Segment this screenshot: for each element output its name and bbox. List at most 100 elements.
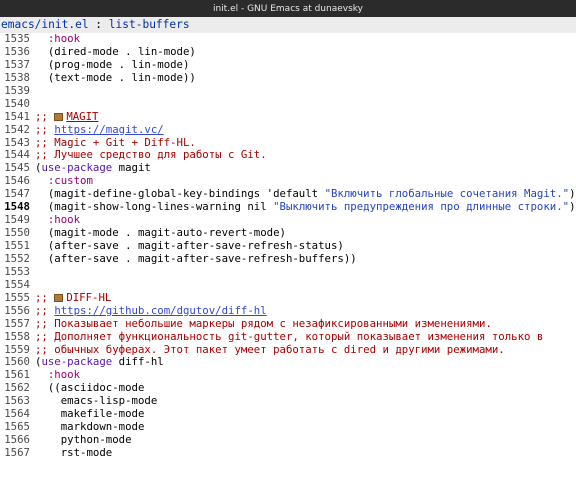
- line-code: ;; Показывает небольшие маркеры рядом с …: [35, 318, 576, 331]
- code-line[interactable]: 1560 (use-package diff-hl: [0, 355, 576, 369]
- code-link[interactable]: https://github.com/dgutov/diff-hl: [54, 305, 266, 317]
- code-line[interactable]: 1553: [0, 264, 576, 279]
- line-code: ;; https://magit.vc/: [35, 124, 576, 137]
- code-line[interactable]: 1539: [0, 83, 576, 98]
- line-number: 1542: [4, 122, 30, 136]
- line-code: ((asciidoc-mode: [35, 382, 576, 395]
- line-code: (magit-mode . magit-auto-revert-mode): [35, 227, 576, 240]
- code-line[interactable]: 1545 (use-package magit: [0, 161, 576, 175]
- window-titlebar: init.el - GNU Emacs at dunaevsky: [0, 0, 576, 17]
- line-code: :hook: [35, 369, 576, 382]
- code-token: ;; обычных буферах. Этот пакет умеет раб…: [35, 343, 505, 356]
- line-code: ;; Лучшее средство для работы с Git.: [35, 149, 576, 162]
- code-line[interactable]: 1564 makefile-mode: [0, 407, 576, 421]
- code-line[interactable]: 1550 (magit-mode . magit-auto-revert-mod…: [0, 226, 576, 240]
- code-line[interactable]: 1559;; обычных буферах. Этот пакет умеет…: [0, 343, 576, 357]
- code-token: ;;: [35, 110, 55, 123]
- code-token: :hook: [47, 33, 81, 45]
- line-code: python-mode: [35, 434, 576, 447]
- line-code: :custom: [35, 175, 576, 188]
- code-line[interactable]: 1536 (dired-mode . lin-mode): [0, 44, 576, 59]
- line-code: ;; DIFF-HL: [35, 292, 576, 305]
- code-line[interactable]: 1565 markdown-mode: [0, 420, 576, 434]
- code-token: ): [569, 201, 576, 214]
- code-line[interactable]: 1543;; Magic + Git + Diff-HL.: [0, 136, 576, 150]
- line-number: 1536: [4, 44, 30, 58]
- header-separator: :: [88, 18, 109, 31]
- line-code: (use-package diff-hl: [35, 356, 576, 369]
- code-line[interactable]: 1541;; MAGIT: [0, 109, 576, 124]
- line-number: 1555: [4, 290, 30, 304]
- code-token: DIFF-HL: [66, 291, 112, 304]
- code-token: makefile-mode: [35, 408, 145, 421]
- line-code: (magit-define-global-key-bindings 'defau…: [35, 188, 576, 201]
- code-line[interactable]: 1556;; https://github.com/dgutov/diff-hl: [0, 303, 576, 318]
- code-line[interactable]: 1558 ;; Дополняет функциональность git-gu…: [0, 329, 576, 344]
- code-line[interactable]: 1548 (magit-show-long-lines-warning nil …: [0, 200, 576, 214]
- code-line[interactable]: 1551 (after-save . magit-after-save-refr…: [0, 239, 576, 253]
- line-code: (prog-mode . lin-mode): [35, 59, 576, 72]
- code-line[interactable]: 1542 ;; https://magit.vc/: [0, 122, 576, 137]
- code-token: magit: [112, 162, 151, 175]
- code-token: python-mode: [35, 434, 132, 447]
- line-code: (after-save . magit-after-save-refresh-s…: [35, 240, 576, 253]
- code-token: ;; Magic + Git + Diff-HL.: [35, 136, 196, 149]
- code-token: use-package: [41, 162, 113, 175]
- code-line[interactable]: 1555;; DIFF-HL: [0, 290, 576, 305]
- line-number: 1541: [4, 109, 30, 123]
- code-line[interactable]: 1566 python-mode: [0, 433, 576, 447]
- header-line: emacs/init.el : list-buffers: [0, 17, 576, 33]
- line-code: :hook: [35, 33, 576, 46]
- code-line[interactable]: 1562 ((asciidoc-mode: [0, 381, 576, 395]
- line-code: (text-mode . lin-mode)): [35, 72, 576, 85]
- line-number: 1553: [4, 264, 30, 278]
- code-line[interactable]: 1535 :hook: [0, 33, 576, 46]
- line-number: 1558: [4, 329, 30, 343]
- line-code: (dired-mode . lin-mode): [35, 46, 576, 59]
- code-line[interactable]: 1544;; Лучшее средство для работы с Git.: [0, 148, 576, 162]
- code-token: (magit-define-global-key-bindings 'defau…: [35, 188, 325, 201]
- code-token: (after-save . magit-after-save-refresh-s…: [35, 240, 344, 252]
- line-code: ;; обычных буферах. Этот пакет умеет раб…: [35, 344, 576, 357]
- code-token: "Включить глобальные сочетания Magit.": [324, 188, 570, 201]
- code-token: (prog-mode . lin-mode): [35, 58, 190, 71]
- code-token: (text-mode . lin-mode)): [35, 71, 196, 84]
- code-link[interactable]: https://magit.vc/: [54, 124, 163, 136]
- line-number: 1556: [4, 303, 30, 317]
- line-number: 1567: [4, 446, 30, 459]
- code-line[interactable]: 1563 emacs-lisp-mode: [0, 394, 576, 408]
- package-icon: [54, 112, 64, 121]
- code-line[interactable]: 1567 rst-mode: [0, 446, 576, 460]
- code-line[interactable]: 1557 ;; Показывает небольшие маркеры рядо…: [0, 317, 576, 331]
- code-line[interactable]: 1549 :hook: [0, 213, 576, 227]
- code-token: :hook: [47, 369, 81, 382]
- code-token: ;;: [35, 291, 55, 304]
- code-line[interactable]: 1546 :custom: [0, 174, 576, 188]
- code-token: (magit-show-long-lines-warning nil: [35, 201, 274, 214]
- code-line[interactable]: 1538 (text-mode . lin-mode)): [0, 71, 576, 85]
- line-number: 1540: [4, 96, 30, 110]
- code-line[interactable]: 1547 (magit-define-global-key-bindings '…: [0, 187, 576, 201]
- line-number: 1552: [4, 251, 30, 265]
- header-file-path[interactable]: emacs/init.el: [1, 18, 89, 31]
- header-package-name[interactable]: list-buffers: [109, 18, 190, 31]
- code-token: rst-mode: [35, 447, 113, 459]
- code-token: (dired-mode . lin-mode): [35, 45, 196, 58]
- code-line[interactable]: 1552 (after-save . magit-after-save-refr…: [0, 251, 576, 266]
- code-line[interactable]: 1537 (prog-mode . lin-mode): [0, 58, 576, 72]
- code-token: (magit-mode . magit-auto-revert-mode): [35, 227, 286, 240]
- code-editor[interactable]: 1535 :hook 1536 (dired-mode . lin-mode) 15…: [0, 33, 576, 478]
- code-line[interactable]: 1554: [0, 278, 576, 292]
- code-token: ;; Дополняет функциональность git-gutter…: [35, 330, 544, 343]
- code-line[interactable]: 1540: [0, 96, 576, 111]
- code-line[interactable]: 1561 :hook: [0, 368, 576, 382]
- window-title: init.el - GNU Emacs at dunaevsky: [212, 3, 364, 14]
- line-number: 1539: [4, 83, 30, 97]
